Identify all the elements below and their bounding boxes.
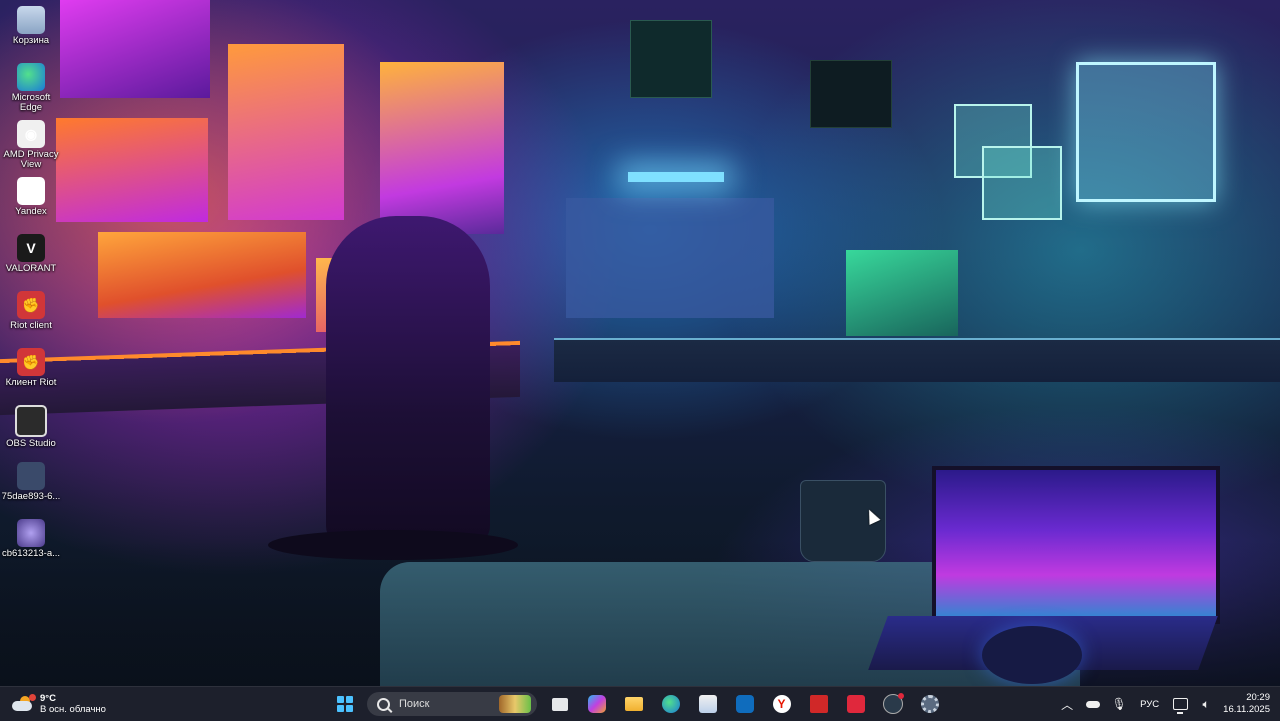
taskbar-task-view[interactable] [543,690,577,718]
tray-network[interactable] [1167,687,1193,721]
network-monitor-icon [1172,698,1188,714]
wallpaper-monitor [98,232,306,318]
taskbar-store[interactable] [691,690,725,718]
desktop-icon-riot-client[interactable]: ✊ Riot client [0,287,62,343]
obs-studio-icon [15,405,47,437]
amd-privacy-view-icon: ◉ [17,120,45,148]
desktop-icon-label: Клиент Riot [5,377,57,388]
riot-client-icon: ✊ [17,348,45,376]
desktop-icon-file-75dae893[interactable]: 75dae893-6... [0,458,62,514]
desktop-icon-label: Microsoft Edge [11,92,51,113]
desktop-wallpaper [0,0,1280,686]
wallpaper-monitor [56,118,208,222]
tray-volume[interactable]: 🔈︎ [1193,687,1219,721]
taskbar-red-app[interactable] [839,690,873,718]
task-view-icon [551,697,568,711]
edge-icon [17,63,45,91]
riot-client-icon: ✊ [17,291,45,319]
mail-icon [735,695,754,713]
wallpaper-hologram [982,146,1062,220]
tray-onedrive[interactable] [1080,687,1106,721]
desktop-icon-label: AMD Privacy View [3,149,59,170]
chevron-up-icon: ︿ [1061,697,1074,712]
wallpaper-pegboard [566,198,774,318]
taskbar-apps: Поиск Y [326,690,948,718]
cloud-icon [1086,700,1101,708]
wallpaper-laptop-screen [932,466,1220,624]
weather-desc: В осн. облачно [40,704,106,715]
copilot-icon [587,695,606,713]
gear-icon [920,695,939,713]
edge-icon [661,695,680,713]
taskbar: 9°C В осн. облачно Поиск Y ︿ 🎙︎ РУС 🔈︎ 2… [0,686,1280,721]
steam-icon [882,693,904,714]
tray-overflow-button[interactable]: ︿ [1054,687,1080,721]
start-button[interactable] [328,690,362,718]
desktop-icon-label: 75dae893-6... [1,491,61,502]
microphone-icon: 🎙︎ [1111,697,1127,711]
wallpaper-monitor [228,44,344,220]
search-placeholder: Поиск [399,698,430,710]
taskbar-amd[interactable] [802,690,836,718]
taskbar-search[interactable]: Поиск [367,692,537,716]
desktop-icon-label: OBS Studio [6,438,56,449]
input-language[interactable]: РУС [1140,699,1159,710]
wallpaper-pc [846,250,958,336]
system-tray: ︿ 🎙︎ РУС 🔈︎ 20:29 16.11.2025 [1054,687,1280,721]
store-icon [698,695,717,713]
desktop-icon-label: VALORANT [5,263,57,274]
image-file-icon [17,519,45,547]
wallpaper-panel [630,20,712,98]
desktop-icon-label: Корзина [12,35,50,46]
amd-icon [809,695,828,713]
desktop-icon-riot-client-ru[interactable]: ✊ Клиент Riot [0,344,62,400]
taskbar-steam[interactable] [876,690,910,718]
desktop-icon-label: Riot client [10,320,52,331]
wallpaper-monitor [380,62,504,234]
partly-cloudy-icon [12,694,36,712]
taskbar-copilot[interactable] [580,690,614,718]
desktop-icon-valorant[interactable]: V VALORANT [0,230,62,286]
wallpaper-desk [554,338,1280,382]
taskbar-yandex[interactable]: Y [765,690,799,718]
desktop-icon-obs-studio[interactable]: OBS Studio [0,401,62,457]
desktop-icon-yandex[interactable]: Y Yandex [0,173,62,229]
yandex-icon: Y [17,177,45,205]
clock-time: 20:29 [1246,692,1270,703]
folder-icon [624,697,643,711]
desktop-icon-label: Yandex [15,206,47,217]
desktop-icon-file-cb613213[interactable]: cb613213-a... [0,515,62,571]
taskbar-settings[interactable] [913,690,947,718]
desktop-icon-amd-privacy-view[interactable]: ◉ AMD Privacy View [0,116,62,172]
weather-widget[interactable]: 9°C В осн. облачно [12,691,106,717]
desktop-icon-label: cb613213-a... [1,548,61,559]
recycle-bin-icon [17,6,45,34]
speaker-icon: 🔈︎ [1202,696,1210,711]
image-file-icon [17,462,45,490]
wallpaper-mouse [982,626,1082,684]
search-icon [377,697,390,711]
search-highlight-icon [499,695,531,713]
tray-clock[interactable]: 20:29 16.11.2025 [1223,692,1270,716]
red-app-icon [846,695,865,713]
taskbar-file-explorer[interactable] [617,690,651,718]
weather-temp: 9°C [40,693,56,704]
tray-microphone[interactable]: 🎙︎ [1106,687,1132,721]
wallpaper-hologram [1076,62,1216,202]
taskbar-outlook[interactable] [728,690,762,718]
desktop-icon-edge[interactable]: Microsoft Edge [0,59,62,115]
desktop-icon-recycle-bin[interactable]: Корзина [0,2,62,58]
wallpaper-chair [326,216,490,546]
windows-start-icon [336,696,353,712]
wallpaper-panel [810,60,892,128]
yandex-icon: Y [772,695,791,713]
valorant-icon: V [17,234,45,262]
clock-date: 16.11.2025 [1223,704,1270,715]
wallpaper-monitor [60,0,210,98]
taskbar-edge[interactable] [654,690,688,718]
wallpaper-lamp [628,172,724,182]
